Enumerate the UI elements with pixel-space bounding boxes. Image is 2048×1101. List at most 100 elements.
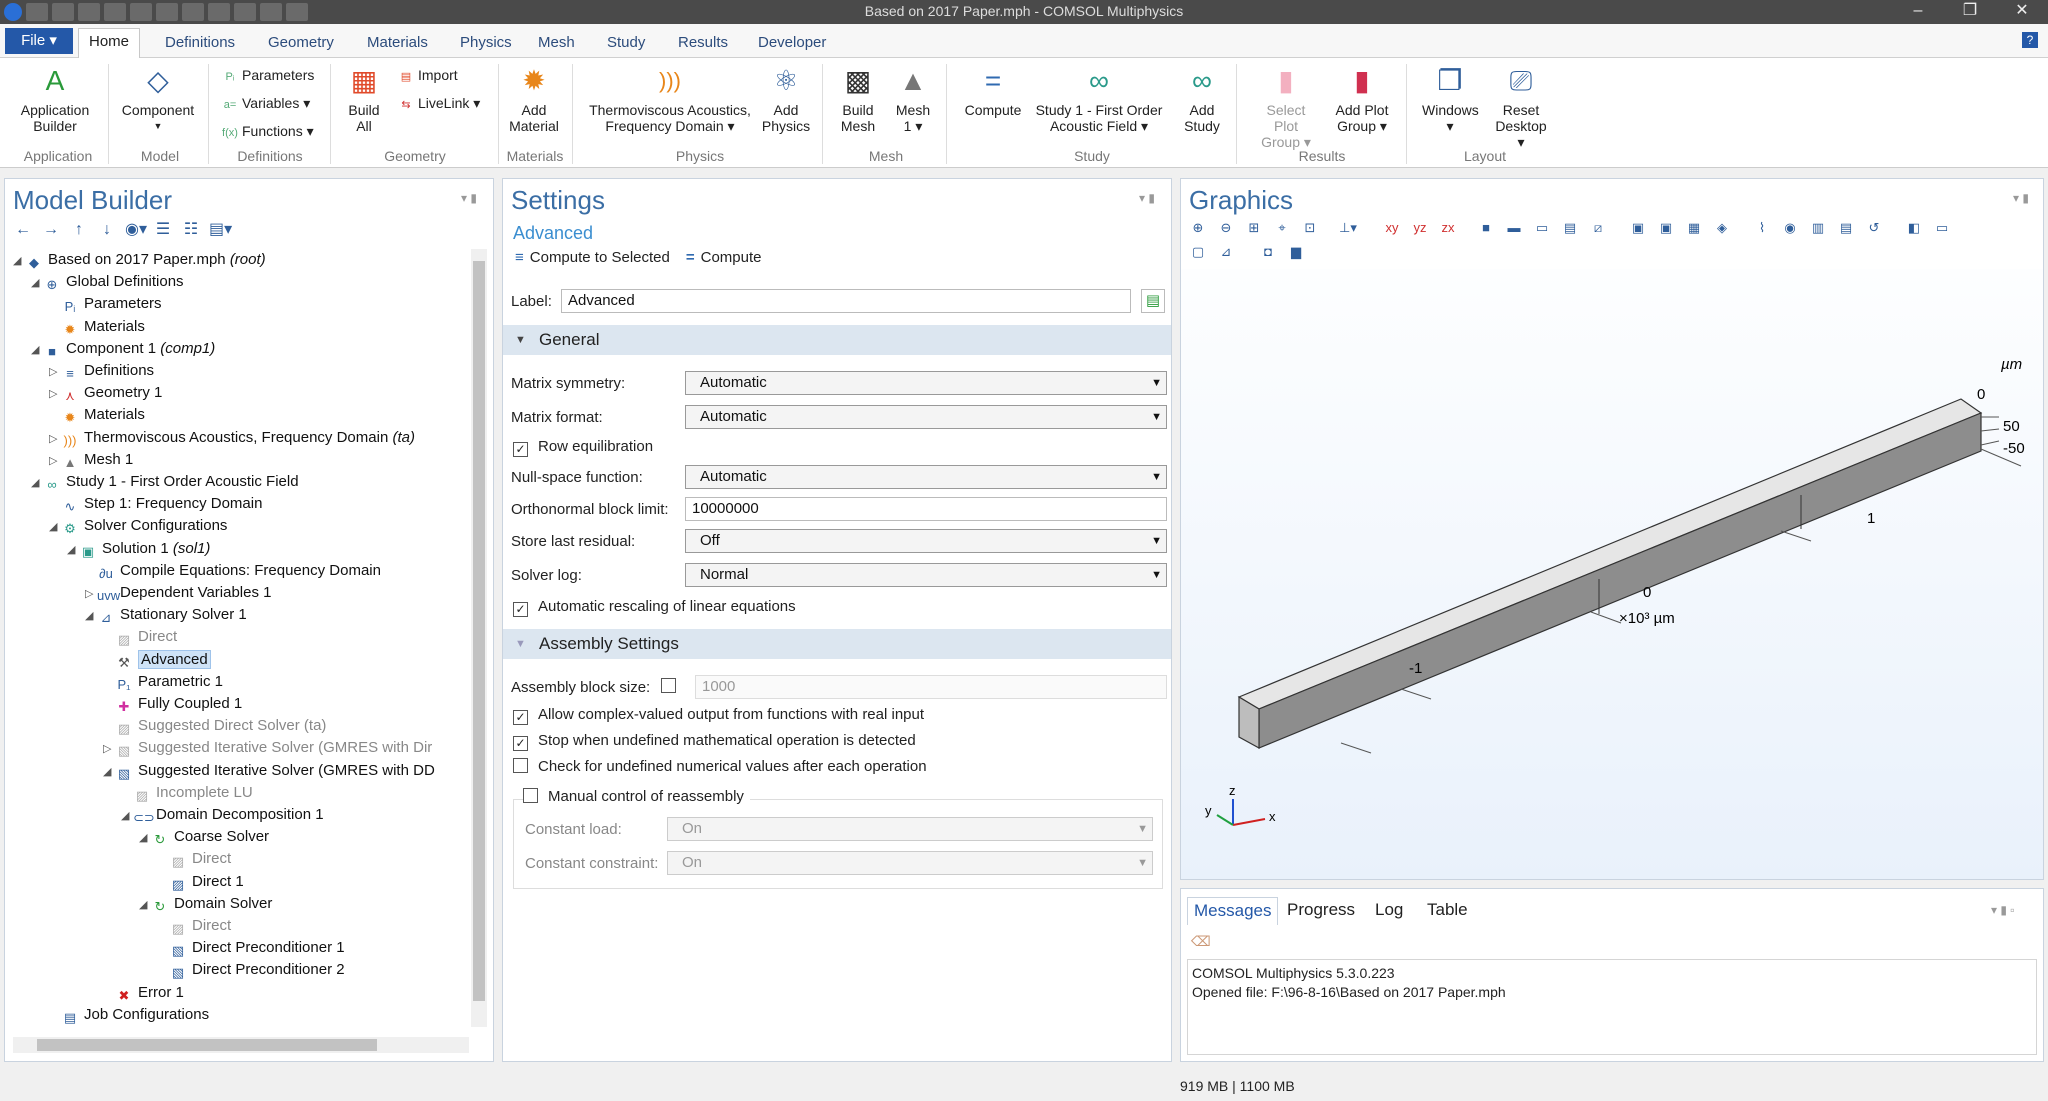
- select-edges-icon[interactable]: ▭: [1533, 219, 1551, 237]
- matrix-symmetry-select[interactable]: Automatic ▼: [685, 371, 1167, 395]
- graphics-canvas[interactable]: µm 0 50 -50 1 0 ×10³ µm -1 z x y: [1181, 269, 2043, 879]
- tab-mesh[interactable]: Mesh: [528, 30, 585, 58]
- tree-item[interactable]: ▧ Direct Preconditioner 2: [157, 959, 345, 981]
- collapse-icon[interactable]: ◢: [103, 761, 115, 783]
- collapse-icon[interactable]: ◢: [139, 894, 151, 916]
- tree-item[interactable]: ▨ Direct: [157, 915, 231, 937]
- constant-load-select[interactable]: On ▼: [667, 817, 1153, 841]
- tree-item[interactable]: ◢ ↻ Coarse Solver: [139, 826, 269, 848]
- section-general[interactable]: ▼ General: [503, 325, 1171, 355]
- build-all-button[interactable]: ▦ Build All: [336, 64, 392, 134]
- tree-item[interactable]: ◢ ⊂⊃Domain Decomposition 1: [121, 804, 324, 826]
- mesh1-button[interactable]: ▲ Mesh 1 ▾: [888, 64, 938, 134]
- move-down-icon[interactable]: ↓: [97, 221, 117, 239]
- mesh-view-icon[interactable]: ⊿: [1217, 243, 1235, 261]
- collapse-icon[interactable]: ◢: [67, 539, 79, 561]
- tree-item[interactable]: ◢ ↻ Domain Solver: [139, 893, 272, 915]
- tab-physics[interactable]: Physics: [450, 30, 522, 58]
- xy-plane-icon[interactable]: xy: [1383, 219, 1401, 237]
- reset-view-icon[interactable]: ↺: [1865, 219, 1883, 237]
- back-icon[interactable]: ←: [13, 221, 33, 239]
- panel-menu-icon[interactable]: ▾ ▮: [2013, 191, 2029, 205]
- tab-geometry[interactable]: Geometry: [258, 30, 344, 58]
- scene-light-icon[interactable]: ◉: [1781, 219, 1799, 237]
- zoom-in-icon[interactable]: ⊕: [1189, 219, 1207, 237]
- zoom-out-icon[interactable]: ⊖: [1217, 219, 1235, 237]
- help-icon[interactable]: ?: [2022, 32, 2038, 48]
- tree-item[interactable]: Pᵢ Parameters: [49, 293, 162, 315]
- tree-item[interactable]: ▷))) Thermoviscous Acoustics, Frequency D…: [49, 427, 415, 449]
- add-study-button[interactable]: ∞ Add Study: [1176, 64, 1228, 134]
- label-edit-icon[interactable]: ▤: [1141, 289, 1165, 313]
- tree-item[interactable]: ▷ ▲ Mesh 1: [49, 449, 133, 471]
- null-space-select[interactable]: Automatic ▼: [685, 465, 1167, 489]
- tree-item[interactable]: ◢ ▧ Suggested Iterative Solver (GMRES with…: [103, 760, 435, 782]
- reset-desktop-button[interactable]: ⎚ Reset Desktop ▾: [1486, 64, 1556, 150]
- zoom-extents-icon[interactable]: ⊡: [1301, 219, 1319, 237]
- view-2-icon[interactable]: ▭: [1933, 219, 1951, 237]
- tree-item[interactable]: ◢ ◆ Based on 2017 Paper.mph (root): [13, 249, 266, 271]
- zoom-box-icon[interactable]: ⊞: [1245, 219, 1263, 237]
- collapse-icon[interactable]: ◢: [31, 272, 43, 294]
- show-icon[interactable]: ◉▾: [125, 221, 147, 239]
- select-objects-icon[interactable]: ⧄: [1589, 219, 1607, 237]
- tree-item[interactable]: ✖ Error 1: [103, 982, 184, 1004]
- row-equilibration-checkbox[interactable]: ✓ Row equilibration: [513, 437, 653, 457]
- functions-button[interactable]: f(x) Functions ▾: [222, 120, 314, 142]
- expand-icon[interactable]: ▷: [49, 428, 61, 450]
- tree-item[interactable]: ◢ ∞ Study 1 - First Order Acoustic Field: [31, 471, 299, 493]
- expand-all-icon[interactable]: ☷: [181, 221, 201, 239]
- tree-item[interactable]: ◢ ■ Component 1 (comp1): [31, 338, 215, 360]
- matrix-format-select[interactable]: Automatic ▼: [685, 405, 1167, 429]
- minimize-button[interactable]: –: [1892, 0, 1944, 24]
- panel-menu-icon[interactable]: ▾ ▮: [1139, 191, 1155, 205]
- parameters-button[interactable]: Pᵢ Parameters: [222, 64, 314, 86]
- study1-button[interactable]: ∞ Study 1 - First Order Acoustic Field ▾: [1024, 64, 1174, 134]
- tab-definitions[interactable]: Definitions: [155, 30, 245, 58]
- tree-item[interactable]: ◢ ▣ Solution 1 (sol1): [67, 538, 210, 560]
- tree-item[interactable]: ▧ Direct Preconditioner 1: [157, 937, 345, 959]
- collapse-icon[interactable]: ◢: [31, 472, 43, 494]
- panel-menu-icon[interactable]: ▾ ▮: [461, 191, 477, 205]
- tree-item[interactable]: ✹ Materials: [49, 316, 145, 338]
- panel-menu-icon[interactable]: ▾ ▮ ▫: [1991, 903, 2015, 917]
- component-button[interactable]: ◇ Component ▼: [115, 64, 201, 134]
- tree-horizontal-scrollbar[interactable]: [13, 1037, 469, 1053]
- print-icon[interactable]: ▆: [1287, 243, 1305, 261]
- tab-log[interactable]: Log: [1369, 897, 1409, 925]
- build-mesh-button[interactable]: ▩ Build Mesh: [830, 64, 886, 134]
- tree-item[interactable]: ▤ Job Configurations: [49, 1004, 209, 1026]
- tab-study[interactable]: Study: [597, 30, 655, 58]
- thermoviscous-acoustics-button[interactable]: ))) Thermoviscous Acoustics, Frequency D…: [582, 64, 758, 134]
- expand-icon[interactable]: ▷: [49, 450, 61, 472]
- add-plot-group-button[interactable]: ▮ Add Plot Group ▾: [1324, 64, 1400, 134]
- windows-button[interactable]: ❐ Windows ▾: [1414, 64, 1486, 134]
- tree-item[interactable]: ▨ Direct 1: [157, 871, 244, 893]
- livelink-button[interactable]: ⇆ LiveLink ▾: [398, 92, 480, 114]
- zoom-selected-icon[interactable]: ⌖: [1273, 219, 1291, 237]
- tree-item[interactable]: ▨ Incomplete LU: [121, 782, 253, 804]
- forward-icon[interactable]: →: [41, 221, 61, 239]
- collapse-icon[interactable]: ◢: [49, 516, 61, 538]
- grid-icon[interactable]: ▥: [1809, 219, 1827, 237]
- tree-item[interactable]: ▷ ≡ Definitions: [49, 360, 154, 382]
- collapse-icon[interactable]: ◢: [85, 605, 97, 627]
- tree-item[interactable]: ◢ ⊿ Stationary Solver 1: [85, 604, 247, 626]
- tab-progress[interactable]: Progress: [1281, 897, 1361, 925]
- expand-icon[interactable]: ▷: [49, 383, 61, 405]
- expand-icon[interactable]: ▷: [85, 583, 97, 605]
- tree-item[interactable]: ∂u Compile Equations: Frequency Domain: [85, 560, 381, 582]
- tree-item[interactable]: ▷ uvwDependent Variables 1: [85, 582, 272, 604]
- wireframe-icon[interactable]: ⌇: [1753, 219, 1771, 237]
- tree-item[interactable]: ▨ Direct: [157, 848, 231, 870]
- label-input[interactable]: Advanced: [561, 289, 1131, 313]
- select-plot-group-button[interactable]: ▮ Select Plot Group ▾: [1244, 64, 1328, 150]
- geometry-view[interactable]: µm 0 50 -50 1 0 ×10³ µm -1 z x y: [1181, 269, 2043, 879]
- camera-icon[interactable]: ◘: [1259, 243, 1277, 261]
- assembly-block-size-input[interactable]: 1000: [695, 675, 1167, 699]
- tree-item[interactable]: ✚ Fully Coupled 1: [103, 693, 243, 715]
- file-menu-button[interactable]: File ▾: [5, 28, 73, 54]
- automatic-rescaling-checkbox[interactable]: ✓ Automatic rescaling of linear equations: [513, 597, 796, 617]
- allow-complex-checkbox[interactable]: ✓ Allow complex-valued output from functi…: [513, 705, 924, 725]
- import-button[interactable]: ▤ Import: [398, 64, 458, 86]
